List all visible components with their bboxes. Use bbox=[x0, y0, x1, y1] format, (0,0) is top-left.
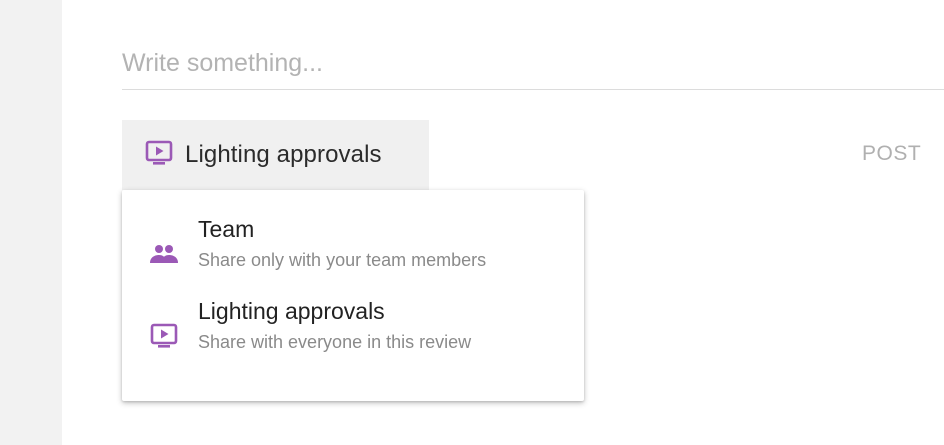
presentation-icon bbox=[145, 140, 173, 171]
post-text-input[interactable] bbox=[122, 38, 944, 90]
share-option-title: Team bbox=[198, 216, 255, 242]
share-visibility-dropdown[interactable]: Lighting approvals bbox=[122, 120, 429, 190]
left-gutter bbox=[0, 0, 62, 445]
share-options-menu: Team Share only with your team members L… bbox=[122, 190, 584, 401]
share-visibility-label: Lighting approvals bbox=[185, 141, 382, 168]
share-option-team[interactable]: Team Share only with your team members bbox=[122, 216, 584, 300]
share-option-lighting-approvals[interactable]: Lighting approvals Share with everyone i… bbox=[122, 298, 584, 382]
people-icon bbox=[148, 238, 180, 270]
post-composer-page: Lighting approvals POST Team Share only … bbox=[0, 0, 944, 445]
share-option-description: Share with everyone in this review bbox=[198, 332, 472, 352]
share-option-description: Share only with your team members bbox=[198, 250, 487, 270]
post-button[interactable]: POST bbox=[862, 142, 921, 166]
share-option-title: Lighting approvals bbox=[198, 298, 385, 324]
presentation-icon bbox=[148, 320, 180, 352]
